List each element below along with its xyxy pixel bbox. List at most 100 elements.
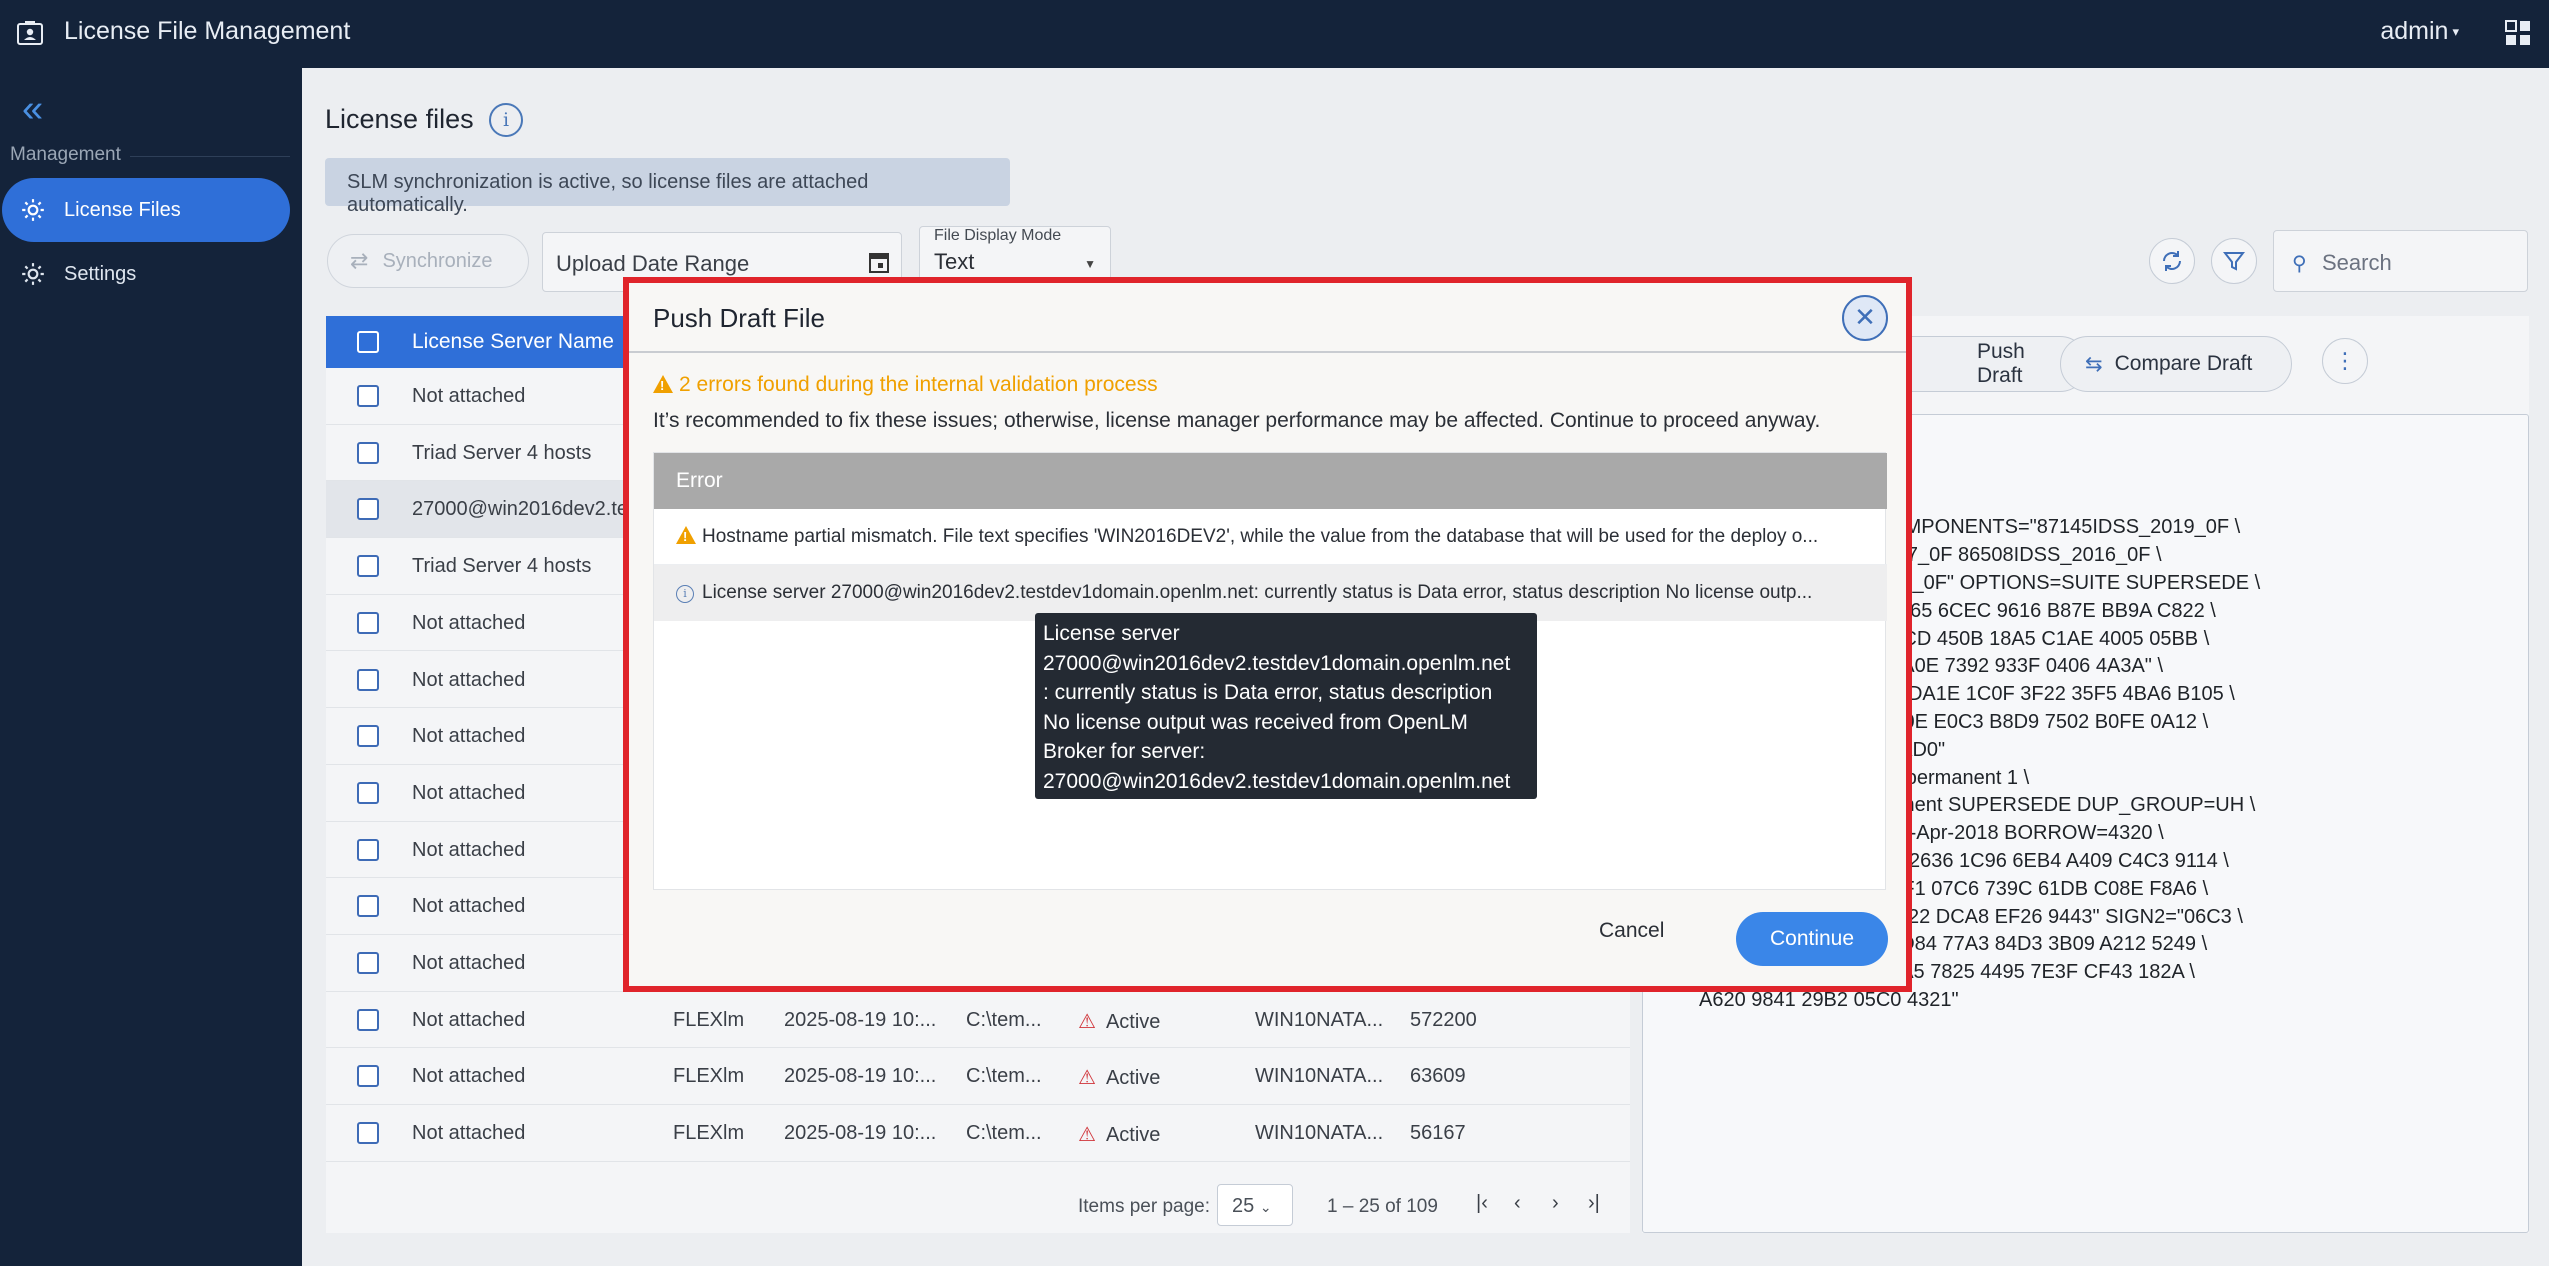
table-row[interactable]: Not attached FLEXlm 2025-08-19 10:... C:\te… (326, 992, 1630, 1049)
gear-icon (22, 199, 44, 221)
cell-text: Not attached (412, 1122, 526, 1145)
cell-text: Not attached (412, 1065, 526, 1088)
cell-name: Not attached (412, 952, 525, 975)
cell-date: 2025-08-19 10:... (784, 1065, 936, 1088)
cell-text: 2025-08-19 10:... (784, 1122, 937, 1145)
cell-status: ⚠ Active (1078, 1009, 1160, 1034)
more-options-icon[interactable]: ⋮ (2322, 338, 2368, 384)
sidebar-item-label: License Files (64, 198, 181, 221)
tooltip-line: 27000@win2016dev2.testdev1domain.openlm.… (1043, 651, 1511, 675)
collapse-sidebar-icon[interactable]: « (22, 90, 43, 128)
row-checkbox[interactable] (357, 1122, 379, 1145)
search-placeholder: Search (2322, 250, 2392, 275)
continue-button[interactable]: Continue (1736, 912, 1888, 966)
filter-icon (2223, 252, 2245, 271)
next-page-icon[interactable]: › (1552, 1192, 1559, 1215)
sidebar: « Management License Files Settings (0, 68, 302, 1266)
page-title: License files (325, 104, 474, 134)
warning-icon (676, 526, 696, 544)
error-text: Hostname partial mismatch. File text spe… (702, 526, 1819, 547)
cell-text: Not attached (412, 725, 526, 748)
row-checkbox[interactable] (357, 498, 379, 521)
row-checkbox[interactable] (357, 1065, 379, 1088)
cell-path: C:\tem... (966, 1009, 1042, 1032)
status-error-icon: ⚠ (1078, 1067, 1096, 1090)
cell-text: Not attached (412, 385, 526, 407)
filter-button[interactable] (2211, 238, 2257, 284)
cell-host: WIN10NATA... (1255, 1122, 1383, 1145)
cell-type: FLEXlm (673, 1009, 744, 1032)
validation-warning: 2 errors found during the internal valid… (653, 373, 1158, 397)
dialog-title: Push Draft File (653, 303, 825, 333)
status-error-icon: ⚠ (1078, 1124, 1096, 1147)
tooltip-line: 27000@win2016dev2.testdev1domain.openlm.… (1043, 769, 1511, 793)
sync-banner: SLM synchronization is active, so licens… (325, 158, 1010, 216)
compare-draft-button[interactable]: ⇆ Compare Draft (2060, 336, 2292, 392)
items-per-page-select[interactable]: 25 ⌄ (1217, 1184, 1293, 1226)
row-checkbox[interactable] (357, 1008, 379, 1031)
row-checkbox[interactable] (357, 441, 379, 464)
divider (629, 351, 1906, 353)
refresh-button[interactable] (2149, 238, 2195, 284)
user-menu[interactable]: admin ▾ (2380, 17, 2459, 46)
last-page-icon[interactable]: ›| (1588, 1192, 1600, 1215)
row-checkbox[interactable] (357, 781, 379, 804)
cell-text: FLEXlm (673, 1008, 745, 1031)
tooltip-line: No license output was received from Open… (1043, 710, 1468, 734)
row-checkbox[interactable] (357, 385, 379, 407)
cell-text: Not attached (412, 952, 526, 974)
search-input[interactable]: ⚲ Search (2273, 230, 2528, 292)
row-checkbox[interactable] (357, 668, 379, 691)
select-all-checkbox[interactable] (357, 331, 379, 353)
cell-name: Not attached (412, 1122, 525, 1145)
app-logo-icon (17, 21, 43, 45)
tooltip-line: : currently status is Data error, status… (1043, 681, 1493, 704)
cell-date: 2025-08-19 10:... (784, 1122, 936, 1145)
cell-text: C:\tem... (966, 1065, 1042, 1088)
validation-warning-text: 2 errors found during the internal valid… (679, 373, 1158, 396)
row-checkbox[interactable] (357, 555, 379, 578)
error-table-header: Error (654, 453, 1887, 509)
cell-text: WIN10NATA... (1255, 1065, 1384, 1088)
cell-name: Triad Server 4 hosts (412, 555, 591, 578)
user-name: admin (2380, 17, 2449, 45)
chevron-down-icon: ⌄ (1259, 1199, 1272, 1215)
cell-text: Active (1105, 1010, 1161, 1033)
row-checkbox[interactable] (357, 838, 379, 861)
items-per-page-label: Items per page: (1078, 1196, 1211, 1217)
column-header-license-server-name[interactable]: License Server Name (412, 330, 614, 354)
table-row[interactable]: Not attached FLEXlm 2025-08-19 10:... C:\te… (326, 1105, 1630, 1162)
cell-status: ⚠ Active (1078, 1122, 1160, 1147)
first-page-icon[interactable]: |‹ (1476, 1192, 1488, 1215)
row-checkbox[interactable] (357, 725, 379, 748)
cell-type: FLEXlm (673, 1122, 744, 1145)
cell-text: Triad Server 4 hosts (412, 555, 592, 578)
compare-icon: ⇆ (2085, 352, 2103, 376)
cell-text: Not attached (412, 781, 526, 804)
error-row[interactable]: Hostname partial mismatch. File text spe… (654, 509, 1887, 565)
apps-grid-icon[interactable] (2505, 20, 2531, 46)
info-icon[interactable]: i (489, 103, 523, 137)
close-icon[interactable]: ✕ (1842, 295, 1888, 341)
compare-draft-label: Compare Draft (2114, 352, 2253, 375)
synchronize-button[interactable]: ⇄ Synchronize (327, 234, 529, 288)
sidebar-item-settings[interactable]: Settings (2, 242, 290, 306)
cell-text: 2025-08-19 10:... (784, 1008, 937, 1031)
prev-page-icon[interactable]: ‹ (1514, 1192, 1521, 1215)
sidebar-item-license-files[interactable]: License Files (2, 178, 290, 242)
push-draft-dialog: Push Draft File ✕ 2 errors found during … (629, 283, 1906, 986)
cell-text: Triad Server 4 hosts (412, 441, 592, 464)
table-row[interactable]: Not attached FLEXlm 2025-08-19 10:... C:\te… (326, 1048, 1630, 1106)
page-range: 1 – 25 of 109 (1327, 1196, 1438, 1217)
synchronize-label: Synchronize (382, 249, 493, 272)
cancel-button[interactable]: Cancel (1599, 919, 1664, 943)
row-checkbox[interactable] (357, 611, 379, 634)
row-checkbox[interactable] (357, 895, 379, 918)
caret-down-icon: ▾ (2452, 24, 2459, 40)
cell-text: WIN10NATA... (1255, 1008, 1384, 1031)
status-error-icon: ⚠ (1078, 1010, 1096, 1033)
error-text: License server 27000@win2016dev2.testdev… (702, 582, 1813, 603)
row-checkbox[interactable] (357, 952, 379, 974)
calendar-icon[interactable] (869, 251, 889, 273)
cell-text: C:\tem... (966, 1008, 1042, 1031)
